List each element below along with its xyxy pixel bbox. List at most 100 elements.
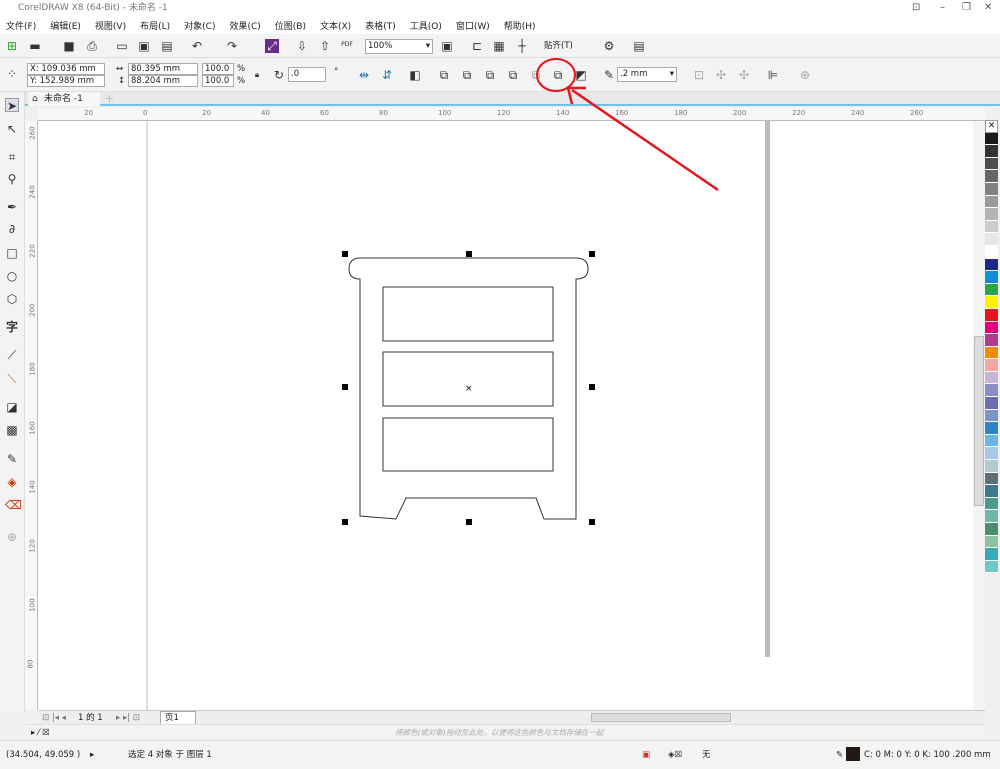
transparency-icon[interactable]: ▩	[5, 423, 19, 437]
quick-trace-icon[interactable]: ⊡	[692, 68, 706, 82]
drawer-bottom[interactable]	[382, 417, 554, 472]
outline-color-swatch[interactable]	[846, 747, 860, 761]
search-content-icon[interactable]: ⤢	[265, 39, 279, 53]
export-icon[interactable]: ⇧	[318, 39, 332, 53]
width-field[interactable]: 80.395 mm	[128, 63, 198, 75]
drawer-middle[interactable]	[382, 351, 554, 407]
user-icon[interactable]: ⊡	[912, 0, 920, 16]
shape-tool-icon[interactable]: ↖	[5, 122, 19, 136]
color-swatch[interactable]	[985, 308, 998, 322]
page-nav-next-buttons[interactable]: ▸ ▸| ⊡	[116, 712, 140, 724]
crop-tool-icon[interactable]: ⌗	[5, 150, 19, 164]
application-launcher-icon[interactable]: ▤	[632, 39, 646, 53]
trace-icon[interactable]: ✣	[714, 68, 728, 82]
menu-tools[interactable]: 工具(O)	[410, 19, 442, 32]
connector-tool-icon[interactable]: ⟍	[5, 372, 19, 386]
tab-document[interactable]: ⌂ 未命名 -1	[28, 92, 100, 106]
intersect-icon[interactable]: ⧉	[483, 68, 497, 82]
rotation-field[interactable]: .0	[288, 67, 326, 82]
trim-icon[interactable]: ⧉	[460, 68, 474, 82]
menu-effects[interactable]: 效果(C)	[229, 19, 260, 32]
color-swatch[interactable]	[985, 208, 998, 221]
copy-icon[interactable]: ▣	[137, 39, 151, 53]
save-icon[interactable]: ■	[62, 39, 76, 53]
color-swatch[interactable]	[985, 182, 998, 196]
color-swatch[interactable]	[985, 145, 998, 158]
interactive-fill-icon[interactable]: ◈	[5, 475, 19, 489]
align-icon[interactable]: ⊫	[766, 68, 780, 82]
color-swatch[interactable]	[985, 510, 998, 523]
restore-button[interactable]: ❐	[962, 0, 971, 16]
rulers-icon[interactable]: ⊏	[470, 39, 484, 53]
color-swatch[interactable]	[985, 258, 998, 272]
menu-window[interactable]: 窗口(W)	[456, 19, 490, 32]
grid-icon[interactable]: ▦	[492, 39, 506, 53]
outline-width-select[interactable]: .2 mm ▾	[617, 67, 677, 82]
menu-bitmaps[interactable]: 位图(B)	[275, 19, 306, 32]
color-proof-icon[interactable]: ▣	[642, 749, 650, 761]
scale-width-field[interactable]: 100.0	[202, 63, 234, 75]
print-icon[interactable]: ⎙	[85, 39, 99, 53]
rectangle-tool-icon[interactable]: □	[5, 246, 19, 260]
x-position-field[interactable]: X: 109.036 mm	[27, 63, 105, 75]
menu-object[interactable]: 对象(C)	[184, 19, 215, 32]
smart-fill-icon[interactable]: ⌫	[5, 498, 22, 512]
color-swatch[interactable]	[985, 397, 998, 410]
weld-icon[interactable]: ⧉	[437, 68, 451, 82]
add-tab-icon[interactable]: +	[105, 92, 114, 105]
color-swatch[interactable]	[985, 485, 998, 498]
color-swatch[interactable]	[985, 460, 998, 473]
add-icon[interactable]: ⊕	[798, 68, 812, 82]
outline-pen-icon[interactable]: ✎	[836, 749, 843, 761]
mirror-horizontal-icon[interactable]: ⇹	[357, 68, 371, 82]
scroll-thumb[interactable]	[974, 336, 984, 506]
color-swatch[interactable]	[985, 409, 998, 423]
reference-point-icon[interactable]: ⁘	[5, 67, 19, 81]
color-swatch[interactable]	[985, 321, 998, 335]
parallel-dimension-icon[interactable]: ⟋	[5, 348, 19, 362]
pick-tool-icon[interactable]: ➤	[5, 98, 19, 113]
drop-shadow-icon[interactable]: ◪	[5, 400, 19, 414]
expand-icon[interactable]: ▸	[90, 749, 94, 761]
color-swatch[interactable]	[985, 233, 998, 246]
back-minus-front-icon[interactable]: ⧉	[551, 68, 565, 82]
freehand-tool-icon[interactable]: ✒	[5, 200, 19, 214]
color-swatch[interactable]	[985, 560, 998, 574]
color-palette[interactable]: ✕	[985, 120, 1000, 720]
no-color-swatch[interactable]: ✕	[985, 120, 998, 133]
new-document-icon[interactable]: ⊞	[5, 39, 19, 53]
color-swatch[interactable]	[985, 434, 998, 448]
undo-icon[interactable]: ↶	[190, 39, 204, 53]
eyedropper-icon[interactable]: ✎	[5, 452, 19, 466]
color-swatch[interactable]	[985, 472, 998, 486]
color-swatch[interactable]	[985, 497, 998, 511]
menu-file[interactable]: 文件(F)	[6, 19, 36, 32]
y-position-field[interactable]: Y: 152.989 mm	[27, 75, 105, 87]
close-button[interactable]: ✕	[984, 0, 992, 16]
menu-help[interactable]: 帮助(H)	[504, 19, 536, 32]
color-swatch[interactable]	[985, 334, 998, 347]
height-field[interactable]: 88.204 mm	[128, 75, 198, 87]
fill-icon[interactable]: ◈☒	[668, 749, 682, 761]
color-swatch[interactable]	[985, 422, 998, 435]
snap-to-dropdown[interactable]: 贴齐(T)	[544, 40, 573, 52]
color-swatch[interactable]	[985, 170, 998, 183]
menu-edit[interactable]: 编辑(E)	[50, 19, 81, 32]
mirror-vertical-icon[interactable]: ⇵	[380, 68, 394, 82]
zoom-level-select[interactable]: 100% ▾	[365, 39, 433, 54]
color-swatch[interactable]	[985, 535, 998, 549]
minimize-button[interactable]: –	[940, 0, 945, 16]
open-icon[interactable]: ▬	[28, 39, 42, 53]
cut-icon[interactable]: ▭	[115, 39, 129, 53]
front-minus-back-icon[interactable]: ⧉	[529, 68, 543, 82]
redo-icon[interactable]: ↷	[225, 39, 239, 53]
menu-table[interactable]: 表格(T)	[365, 19, 396, 32]
combine-icon[interactable]: ◧	[408, 68, 422, 82]
color-swatch[interactable]	[985, 447, 998, 461]
drawing-canvas[interactable]: ×	[38, 121, 973, 710]
color-swatch[interactable]	[985, 245, 998, 259]
scale-height-field[interactable]: 100.0	[202, 75, 234, 87]
color-swatch[interactable]	[985, 157, 998, 171]
color-swatch[interactable]	[985, 548, 998, 561]
color-swatch[interactable]	[985, 346, 998, 360]
